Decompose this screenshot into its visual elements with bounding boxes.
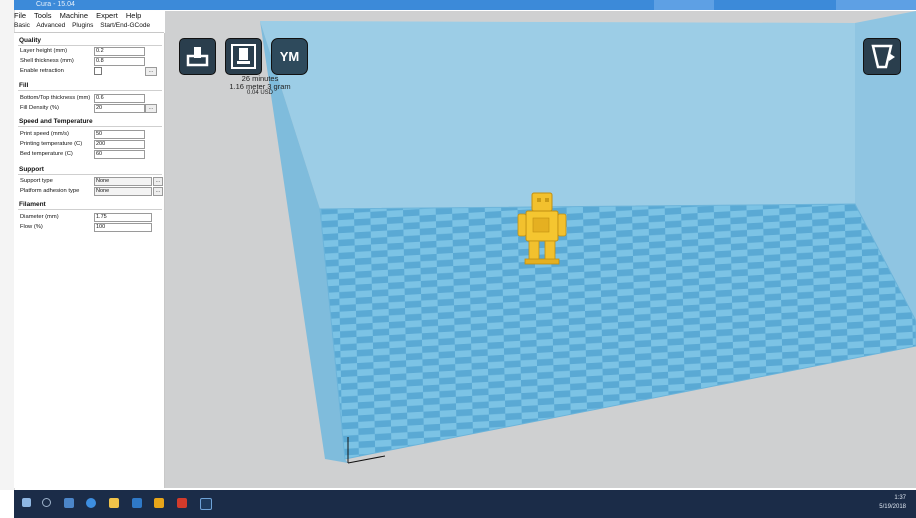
divider [18, 174, 162, 175]
ym-label: YM [279, 49, 300, 64]
tab-gcode[interactable]: Start/End-GCode [100, 22, 150, 29]
fill-density-label: Fill Density (%) [20, 105, 59, 111]
section-quality: Quality [19, 37, 42, 44]
print-cost: 0.04 USD [246, 90, 273, 96]
view-mode-button[interactable] [863, 38, 901, 75]
retraction-checkbox[interactable] [94, 67, 102, 75]
print-material: 1.16 meter 3 gram [229, 81, 291, 91]
desktop-edge [0, 0, 15, 490]
retraction-more-button[interactable]: ... [145, 67, 157, 76]
adhesion-more-button[interactable]: ... [153, 187, 163, 196]
support-type-label: Support type [20, 178, 53, 184]
other-window-tab[interactable] [654, 0, 714, 10]
bottom-top-input[interactable]: 0.6 [94, 94, 145, 103]
support-type-select[interactable]: None [94, 177, 152, 186]
bed-temp-input[interactable]: 60 [94, 150, 145, 159]
retraction-label: Enable retraction [20, 68, 64, 74]
print-speed-label: Print speed (mm/s) [20, 131, 69, 137]
divider [18, 126, 162, 127]
menu-bar: File Tools Machine Expert Help [14, 11, 164, 21]
divider [18, 90, 162, 91]
task-view-icon[interactable] [64, 498, 74, 508]
tab-advanced[interactable]: Advanced [36, 22, 65, 29]
store-icon[interactable] [132, 498, 142, 508]
browser-icon[interactable] [86, 498, 96, 508]
menu-tools[interactable]: Tools [34, 11, 52, 20]
print-temp-input[interactable]: 200 [94, 140, 145, 149]
support-more-button[interactable]: ... [153, 177, 163, 186]
tab-plugins[interactable]: Plugins [72, 22, 93, 29]
load-model-button[interactable] [179, 38, 216, 75]
divider [18, 209, 162, 210]
menu-expert[interactable]: Expert [96, 11, 118, 20]
build-volume-back-wall [260, 21, 855, 209]
app-icon[interactable] [154, 498, 164, 508]
print-speed-input[interactable]: 50 [94, 130, 145, 139]
window-controls[interactable] [836, 0, 916, 10]
adhesion-label: Platform adhesion type [20, 188, 80, 194]
view-mode-icon [871, 44, 895, 69]
section-fill: Fill [19, 82, 29, 89]
section-speed: Speed and Temperature [19, 118, 93, 125]
menu-machine[interactable]: Machine [60, 11, 88, 20]
ym-button[interactable]: YM [271, 38, 308, 75]
fill-density-input[interactable]: 20 [94, 104, 145, 113]
app-red-icon[interactable] [177, 498, 187, 508]
tab-basic[interactable]: Basic [14, 22, 30, 29]
bed-temp-label: Bed temperature (C) [20, 151, 73, 157]
diameter-label: Diameter (mm) [20, 214, 59, 220]
adhesion-select[interactable]: None [94, 187, 152, 196]
print-info: 26 minutes 1.16 meter 3 gram 0.04 USD [200, 75, 320, 98]
section-filament: Filament [19, 201, 46, 208]
search-icon[interactable] [42, 498, 51, 507]
print-button[interactable] [225, 38, 262, 75]
layer-height-label: Layer height (mm) [20, 48, 68, 54]
tray-time: 1:37 [894, 495, 906, 501]
bottom-top-label: Bottom/Top thickness (mm) [20, 95, 91, 101]
section-support: Support [19, 166, 44, 173]
menu-help[interactable]: Help [126, 11, 141, 20]
cura-taskbar-icon[interactable] [200, 498, 212, 510]
fill-more-button[interactable]: ... [145, 104, 157, 113]
save-toolpath-icon [231, 44, 256, 69]
load-icon [186, 47, 209, 67]
flow-input[interactable]: 100 [94, 223, 152, 232]
layer-height-input[interactable]: 0.2 [94, 47, 145, 56]
system-tray[interactable]: 1:37 5/19/2018 [879, 494, 906, 512]
tray-date: 5/19/2018 [879, 504, 906, 510]
3d-viewport[interactable]: YM 26 minutes 1.16 meter 3 gram 0.04 USD [165, 11, 916, 488]
divider [18, 45, 162, 46]
settings-panel: Quality Layer height (mm) 0.2 Shell thic… [14, 33, 165, 488]
windows-start-icon[interactable] [22, 498, 31, 507]
taskbar: 1:37 5/19/2018 [14, 490, 916, 518]
shell-thickness-input[interactable]: 0.8 [94, 57, 145, 66]
settings-tabs: Basic Advanced Plugins Start/End-GCode [14, 22, 164, 33]
shell-thickness-label: Shell thickness (mm) [20, 58, 74, 64]
flow-label: Flow (%) [20, 224, 43, 230]
print-temp-label: Printing temperature (C) [20, 141, 83, 147]
menu-file[interactable]: File [14, 11, 26, 20]
window-title: Cura - 15.04 [36, 1, 75, 8]
title-bar: Cura - 15.04 [14, 0, 916, 10]
diameter-input[interactable]: 1.75 [94, 213, 152, 222]
file-explorer-icon[interactable] [109, 498, 119, 508]
